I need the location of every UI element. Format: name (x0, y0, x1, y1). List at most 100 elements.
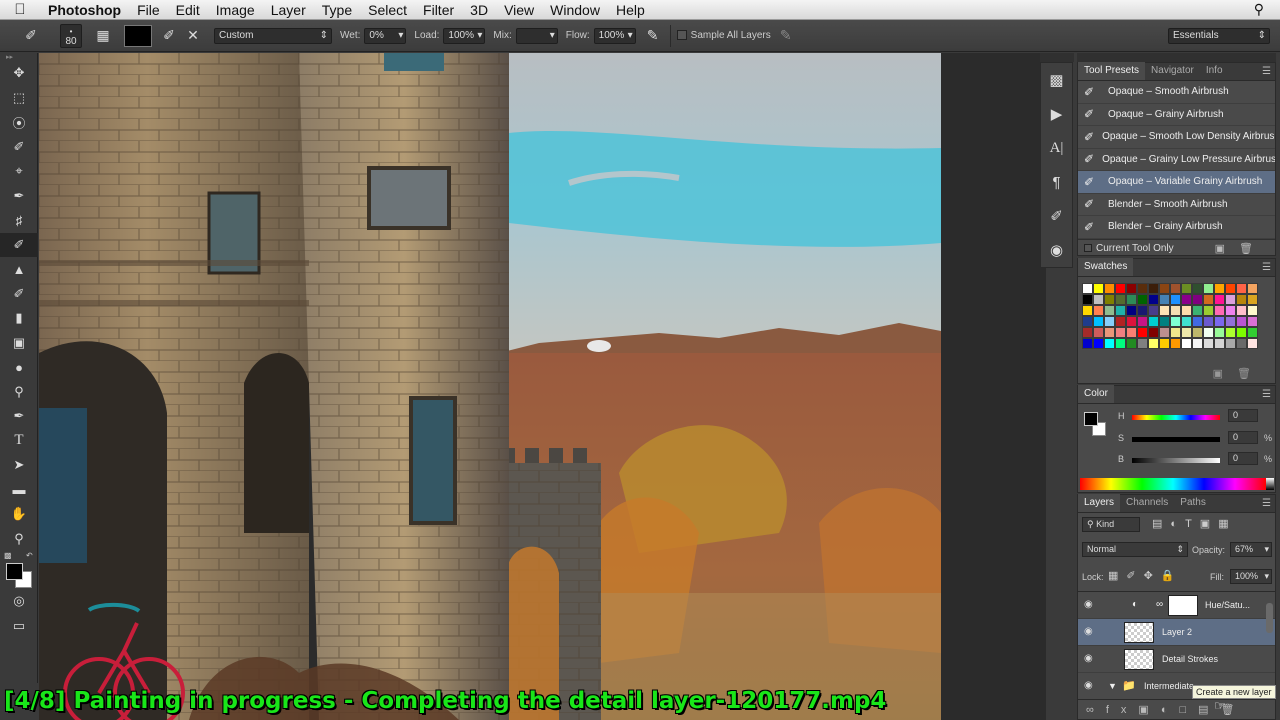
swatch-chip[interactable] (1203, 283, 1214, 294)
paragraph-panel-icon[interactable]: ¶ (1041, 165, 1072, 199)
swatch-chip[interactable] (1104, 338, 1115, 349)
panel-menu-icon[interactable]: ☰ (1262, 389, 1271, 400)
swatch-chip[interactable] (1148, 316, 1159, 327)
swatch-chip[interactable] (1236, 338, 1247, 349)
lock-all-icon[interactable]: 🔒 (1161, 570, 1183, 582)
swatch-chip[interactable] (1148, 305, 1159, 316)
brightness-value[interactable]: 0 (1228, 452, 1258, 465)
load-brush-icon[interactable]: ✐ (158, 25, 180, 47)
lock-transparent-icon[interactable]: ▦ (1108, 570, 1126, 582)
menu-app[interactable]: Photoshop (40, 0, 129, 20)
swatch-chip[interactable] (1225, 305, 1236, 316)
color-ramp[interactable] (1080, 478, 1266, 490)
swatch-chip[interactable] (1247, 338, 1258, 349)
swatch-chip[interactable] (1137, 327, 1148, 338)
smart-object-filter-icon[interactable]: ▦ (1218, 518, 1236, 530)
brightness-track[interactable] (1132, 458, 1220, 463)
swatch-chip[interactable] (1159, 283, 1170, 294)
swatch-chip[interactable] (1137, 316, 1148, 327)
history-panel-icon[interactable]: ▩ (1041, 63, 1072, 97)
swatch-chip[interactable] (1192, 305, 1203, 316)
menu-type[interactable]: Type (314, 0, 360, 20)
swatch-chip[interactable] (1170, 327, 1181, 338)
layers-scrollbar-thumb[interactable] (1266, 603, 1273, 633)
swatch-chip[interactable] (1225, 294, 1236, 305)
menu-view[interactable]: View (496, 0, 542, 20)
clone-source-panel-icon[interactable]: ◉ (1041, 233, 1072, 267)
preset-item[interactable]: ✐ Opaque – Smooth Low Density Airbrush (1078, 126, 1275, 149)
swatch-chip[interactable] (1203, 338, 1214, 349)
swatch-chip[interactable] (1137, 305, 1148, 316)
swatch-chip[interactable] (1181, 316, 1192, 327)
menu-filter[interactable]: Filter (415, 0, 462, 20)
link-layers-icon[interactable]: ∞ (1086, 704, 1106, 716)
layer-name[interactable]: Hue/Satu... (1205, 600, 1250, 610)
tab-navigator[interactable]: Navigator (1145, 62, 1200, 80)
eye-icon[interactable]: ◉ (1084, 627, 1098, 637)
menu-layer[interactable]: Layer (263, 0, 314, 20)
add-mask-icon[interactable]: ▣ (1138, 704, 1160, 716)
eyedropper-tool-icon[interactable]: ✒ (0, 184, 38, 209)
layer-name[interactable]: Detail Strokes (1162, 654, 1218, 664)
screen-mode-icon[interactable]: ▭ (0, 614, 38, 639)
default-colors-icon[interactable]: ▩ (4, 551, 12, 560)
swatch-chip[interactable] (1148, 294, 1159, 305)
swatch-chip[interactable] (1225, 316, 1236, 327)
hue-track[interactable] (1132, 415, 1220, 420)
new-swatch-icon[interactable]: ▣ (1213, 368, 1237, 380)
swatch-chip[interactable] (1181, 327, 1192, 338)
menu-file[interactable]: File (129, 0, 168, 20)
opacity-field[interactable]: 67% ▾ (1230, 542, 1272, 557)
menu-help[interactable]: Help (608, 0, 653, 20)
swatch-chip[interactable] (1192, 338, 1203, 349)
swatch-chip[interactable] (1115, 294, 1126, 305)
tab-color[interactable]: Color (1078, 385, 1114, 403)
preset-item[interactable]: ✐ Blender – Smooth Airbrush (1078, 194, 1275, 216)
swatch-chip[interactable] (1126, 283, 1137, 294)
swatch-chip[interactable] (1159, 338, 1170, 349)
quick-selection-tool-icon[interactable]: ✐ (0, 135, 38, 160)
swatch-chip[interactable] (1137, 283, 1148, 294)
black-white-ramp[interactable] (1266, 478, 1274, 490)
brush-presets-panel-icon[interactable]: ✐ (1041, 199, 1072, 233)
tab-paths[interactable]: Paths (1174, 494, 1212, 512)
swatch-chip[interactable] (1148, 327, 1159, 338)
swap-colors-icon[interactable]: ↶ (26, 551, 33, 560)
pixel-filter-icon[interactable]: ▤ (1152, 518, 1170, 530)
preset-item[interactable]: ✐ Opaque – Grainy Airbrush (1078, 104, 1275, 126)
swatch-chip[interactable] (1126, 305, 1137, 316)
swatch-chip[interactable] (1115, 338, 1126, 349)
swatch-chip[interactable] (1170, 316, 1181, 327)
swatch-chip[interactable] (1159, 327, 1170, 338)
swatch-chip[interactable] (1115, 316, 1126, 327)
swatch-chip[interactable] (1115, 283, 1126, 294)
dodge-tool-icon[interactable]: ⚲ (0, 380, 38, 405)
clone-stamp-tool-icon[interactable]: ▲ (0, 257, 38, 282)
menu-select[interactable]: Select (360, 0, 415, 20)
tab-layers[interactable]: Layers (1078, 494, 1121, 512)
wet-field[interactable]: 0% ▾ (364, 27, 407, 44)
new-adjustment-layer-icon[interactable]: ◐ (1161, 704, 1180, 716)
quick-mask-icon[interactable]: ◎ (0, 589, 38, 614)
apple-icon[interactable]:  (0, 1, 40, 18)
preset-item[interactable]: ✐ Opaque – Grainy Low Pressure Airbrush (1078, 149, 1275, 171)
type-tool-icon[interactable]: T (0, 429, 38, 454)
swatch-chip[interactable] (1247, 316, 1258, 327)
layer-name[interactable]: Layer 2 (1162, 627, 1192, 637)
swatch-chip[interactable] (1192, 283, 1203, 294)
swatch-chip[interactable] (1203, 305, 1214, 316)
swatch-chip[interactable] (1236, 316, 1247, 327)
rectangle-tool-icon[interactable]: ▬ (0, 478, 38, 503)
layer-mask-thumbnail[interactable] (1168, 595, 1198, 616)
shape-filter-icon[interactable]: ▣ (1200, 518, 1218, 530)
swatch-chip[interactable] (1192, 327, 1203, 338)
panel-dock-header[interactable] (1077, 53, 1276, 62)
adjustment-filter-icon[interactable]: ◐ (1170, 518, 1185, 530)
healing-brush-tool-icon[interactable]: ♯ (0, 208, 38, 233)
hue-slider[interactable]: H 0 (1118, 409, 1280, 425)
saturation-value[interactable]: 0 (1228, 431, 1258, 444)
swatch-chip[interactable] (1093, 338, 1104, 349)
collapse-arrows-icon[interactable]: ▸▸ (0, 53, 37, 61)
load-field[interactable]: 100% ▾ (443, 27, 486, 44)
swatch-chip[interactable] (1170, 338, 1181, 349)
